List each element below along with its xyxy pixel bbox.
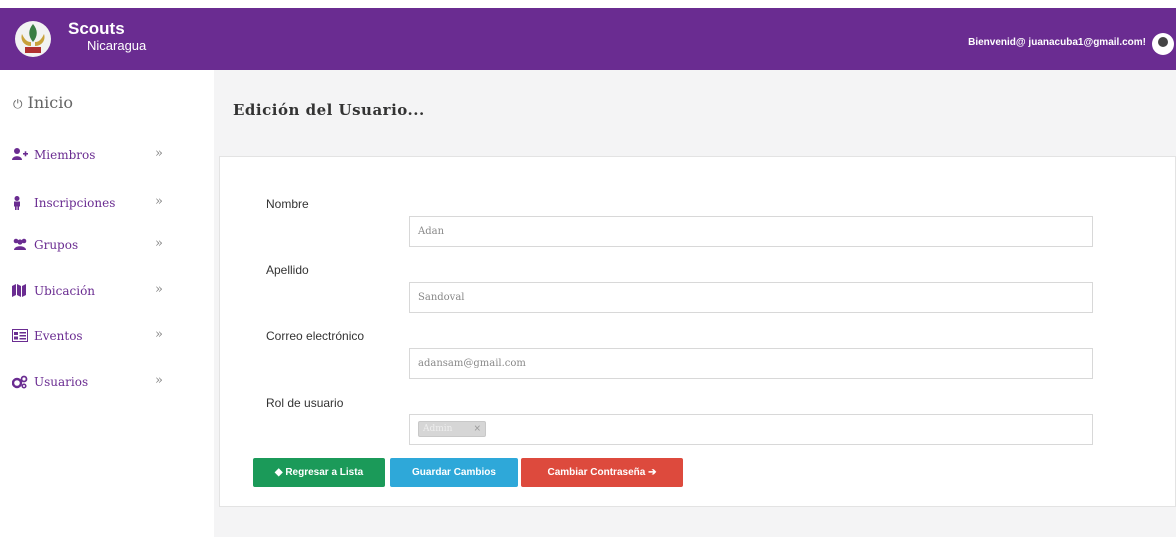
rol-tag-label: Admin [423,424,453,434]
save-changes-button[interactable]: Guardar Cambios [390,458,518,487]
sidebar-item-label: Grupos [34,238,79,252]
power-icon: ⏻ [13,97,23,111]
sidebar-item-eventos[interactable]: Eventos » [12,327,172,347]
sidebar-item-grupos[interactable]: Grupos » [12,236,172,256]
chevron-right-icon: » [155,236,163,251]
rol-select[interactable]: Admin × [409,414,1093,445]
top-navbar: Scouts Nicaragua Bienvenid@ juanacuba1@g… [0,8,1176,70]
gears-icon [11,375,28,392]
users-icon [12,238,28,253]
chevron-right-icon: » [155,194,163,209]
apellido-input[interactable]: Sandoval [409,282,1093,313]
user-plus-icon [12,148,28,163]
back-button-label: Regresar a Lista [285,467,364,478]
rol-label: Rol de usuario [266,396,344,410]
sidebar-item-inicio[interactable]: ⏻ Inicio [13,93,73,112]
nombre-label: Nombre [266,197,309,211]
sidebar-item-label: Miembros [34,148,96,162]
sidebar-item-miembros[interactable]: Miembros » [12,146,172,166]
sidebar-item-label: Usuarios [34,375,89,389]
arrow-left-icon: ◆ [274,467,286,478]
sidebar-item-label: Inicio [27,93,73,112]
brand-subtitle: Nicaragua [87,38,147,53]
chevron-right-icon: » [155,373,163,388]
sidebar-item-inscripciones[interactable]: Inscripciones » [12,194,172,214]
sidebar [0,70,200,537]
map-icon [12,284,28,300]
welcome-user-link[interactable]: Bienvenid@ juanacuba1@gmail.com! [968,37,1146,48]
nombre-input[interactable]: Adan [409,216,1093,247]
back-to-list-button[interactable]: ◆ Regresar a Lista [253,458,385,487]
sidebar-item-label: Inscripciones [34,196,116,210]
sidebar-item-label: Eventos [34,329,83,343]
correo-input[interactable]: adansam@gmail.com [409,348,1093,379]
sidebar-item-label: Ubicación [34,284,96,298]
apellido-label: Apellido [266,263,309,277]
sidebar-item-usuarios[interactable]: Usuarios » [11,373,172,393]
chevron-right-icon: » [155,327,163,342]
arrow-right-icon: ➔ [645,467,657,478]
person-icon [12,196,28,213]
page-title: Edición del Usuario... [233,101,425,119]
scouts-logo[interactable] [10,16,56,62]
rol-tag[interactable]: Admin × [418,421,486,437]
change-password-button[interactable]: Cambiar Contraseña ➔ [521,458,683,487]
tag-remove-icon[interactable]: × [473,422,481,436]
calendar-icon [12,329,28,345]
chevron-right-icon: » [155,146,163,161]
correo-label: Correo electrónico [266,329,365,343]
sidebar-item-ubicacion[interactable]: Ubicación » [12,282,172,302]
brand-name: Scouts [68,19,125,38]
password-button-label: Cambiar Contraseña [547,467,646,478]
user-avatar[interactable] [1152,33,1174,55]
chevron-right-icon: » [155,282,163,297]
